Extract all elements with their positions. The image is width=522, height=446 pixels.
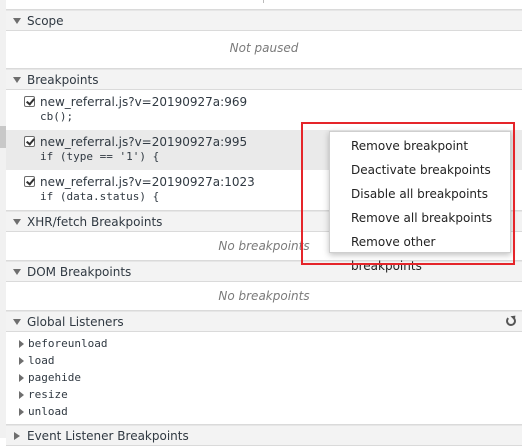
breakpoint-code: if (data.status) { bbox=[40, 190, 160, 203]
breakpoint-location: new_referral.js?v=20190927a:1023 bbox=[40, 175, 255, 189]
section-title-global-listeners: Global Listeners bbox=[27, 314, 124, 329]
global-listener-list: beforeunload load pagehide resize unload bbox=[6, 332, 522, 425]
listener-label: resize bbox=[28, 388, 68, 401]
scope-message: Not paused bbox=[6, 31, 522, 69]
section-header-breakpoints[interactable]: Breakpoints bbox=[6, 69, 522, 90]
section-title-event-listener: Event Listener Breakpoints bbox=[27, 428, 189, 443]
menu-item-remove-breakpoint[interactable]: Remove breakpoint bbox=[330, 134, 510, 158]
breakpoint-location: new_referral.js?v=20190927a:995 bbox=[40, 135, 248, 149]
triangle-right-icon bbox=[14, 431, 20, 440]
listener-label: beforeunload bbox=[28, 337, 108, 350]
listener-label: load bbox=[28, 354, 55, 367]
breakpoint-location: new_referral.js?v=20190927a:969 bbox=[40, 95, 248, 109]
menu-item-remove-other-breakpoints[interactable]: Remove other breakpoints bbox=[330, 230, 510, 273]
section-title-breakpoints: Breakpoints bbox=[27, 72, 99, 87]
listener-item[interactable]: resize bbox=[6, 386, 522, 403]
context-menu: Remove breakpoint Deactivate breakpoints… bbox=[329, 131, 511, 273]
triangle-down-icon bbox=[13, 17, 21, 24]
triangle-down-icon bbox=[13, 268, 21, 275]
section-header-event-listener-breakpoints[interactable]: Event Listener Breakpoints bbox=[6, 425, 522, 446]
listener-item[interactable]: beforeunload bbox=[6, 335, 522, 352]
triangle-right-icon bbox=[19, 407, 24, 416]
triangle-right-icon bbox=[19, 390, 24, 399]
triangle-down-icon bbox=[13, 76, 21, 83]
menu-item-remove-all-breakpoints[interactable]: Remove all breakpoints bbox=[330, 206, 510, 230]
breakpoint-item[interactable]: new_referral.js?v=20190927a:969 cb(); bbox=[6, 90, 522, 130]
checkbox-checked-icon[interactable] bbox=[24, 96, 35, 107]
breakpoint-code: if (type == '1') { bbox=[40, 150, 160, 163]
section-header-dom-breakpoints[interactable]: DOM Breakpoints bbox=[6, 261, 522, 282]
checkbox-checked-icon[interactable] bbox=[24, 176, 35, 187]
listener-label: unload bbox=[28, 405, 68, 418]
section-title-xhr: XHR/fetch Breakpoints bbox=[27, 214, 163, 229]
dom-message: No breakpoints bbox=[6, 282, 522, 311]
section-header-global-listeners[interactable]: Global Listeners bbox=[6, 311, 522, 332]
top-divider bbox=[6, 0, 522, 10]
listener-item[interactable]: pagehide bbox=[6, 369, 522, 386]
triangle-down-icon bbox=[13, 318, 21, 325]
triangle-right-icon bbox=[19, 339, 24, 348]
checkbox-checked-icon[interactable] bbox=[24, 136, 35, 147]
menu-item-disable-all-breakpoints[interactable]: Disable all breakpoints bbox=[330, 182, 510, 206]
listener-label: pagehide bbox=[28, 371, 81, 384]
triangle-right-icon bbox=[19, 373, 24, 382]
breakpoint-code: cb(); bbox=[40, 110, 74, 123]
triangle-right-icon bbox=[19, 356, 24, 365]
refresh-icon[interactable] bbox=[506, 316, 516, 326]
triangle-down-icon bbox=[13, 218, 21, 225]
menu-item-deactivate-breakpoints[interactable]: Deactivate breakpoints bbox=[330, 158, 510, 182]
section-title-scope: Scope bbox=[27, 13, 64, 28]
listener-item[interactable]: unload bbox=[6, 403, 522, 420]
section-header-scope[interactable]: Scope bbox=[6, 10, 522, 31]
section-title-dom: DOM Breakpoints bbox=[27, 264, 132, 279]
listener-item[interactable]: load bbox=[6, 352, 522, 369]
